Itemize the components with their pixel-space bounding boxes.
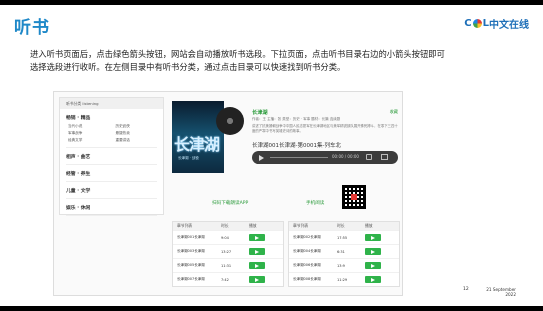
play-button[interactable]	[249, 234, 265, 241]
table-row: 长津湖007长津湖 7:42	[173, 272, 283, 286]
divider	[66, 215, 157, 216]
play-button[interactable]	[365, 234, 381, 241]
chapter-duration: 13:9	[337, 263, 345, 268]
top-bar	[0, 0, 543, 5]
table-row: 长津湖002长津湖 17:55	[289, 230, 399, 244]
book-description: 讲述了抗美援朝战争中中国人民志愿军在长津湖地区与美军精锐部队展开殊死搏斗，在零下…	[252, 124, 398, 133]
slide-date: 21 September 2022	[486, 287, 516, 297]
chapter-name[interactable]: 长津湖002长津湖	[293, 235, 337, 240]
chapter-name[interactable]: 长津湖007长津湖	[177, 277, 221, 282]
table-row: 长津湖001长津湖 9:04	[173, 230, 283, 244]
chapter-duration: 13:27	[221, 249, 232, 254]
play-button[interactable]	[249, 248, 265, 255]
slide-title: 听书	[14, 18, 50, 38]
sidebar-category[interactable]: 经管 · 养生	[60, 165, 163, 177]
bottom-bar	[0, 306, 543, 311]
table-row: 长津湖003长津湖 13:27	[173, 244, 283, 258]
sidebar-subcategory[interactable]: 重要讲话	[116, 138, 164, 143]
chapter-table: 章节列表 时长 播放 长津湖002长津湖 17:55 长津湖004长津湖 6:31 长津湖00…	[288, 221, 400, 287]
track-title: 长津湖001长津湖-第0001集-列车北	[252, 143, 341, 149]
book-detail: 长津湖 长津湖 · 战役 长津湖 收藏 作者：王 主播：张 类型：历史 · 军事…	[172, 97, 400, 293]
cover-subtitle: 长津湖 · 战役	[178, 156, 199, 160]
sidebar-subcategories: 当代小说 历史武侠 军事战争 悬疑热卖 经典文学 重要讲话	[60, 121, 163, 143]
book-title: 长津湖	[252, 110, 268, 116]
qr-code	[342, 185, 366, 209]
chapter-name[interactable]: 长津湖008长津湖	[293, 277, 337, 282]
table-row: 长津湖006长津湖 13:9	[289, 258, 399, 272]
chapter-name[interactable]: 长津湖006长津湖	[293, 263, 337, 268]
table-header: 章节列表 时长 播放	[173, 222, 283, 230]
sidebar-subcategory[interactable]: 悬疑热卖	[116, 131, 164, 136]
sidebar-category[interactable]: 儿童 · 文学	[60, 182, 163, 194]
progress-bar[interactable]	[270, 157, 328, 158]
chapter-duration: 9:04	[221, 235, 229, 240]
sidebar-subcategory[interactable]: 历史武侠	[116, 124, 164, 129]
chapter-duration: 11:31	[221, 263, 232, 268]
mobile-read-link[interactable]: 手机阅读	[306, 200, 324, 206]
brand-logo: CL 中文在线	[464, 16, 529, 31]
play-button[interactable]	[365, 248, 381, 255]
instruction-paragraph: 进入听书页面后，点击绿色箭头按钮，网站会自动播放听书选段。下拉页面，点击听书目录…	[30, 49, 445, 72]
category-sidebar: 听书分类 listening 畅销 · 精品 当代小说 历史武侠 军事战争 悬疑热卖 经典…	[59, 97, 164, 216]
page-number: 12	[463, 287, 469, 292]
table-header: 章节列表 时长 播放	[289, 222, 399, 230]
column-header: 章节列表	[293, 223, 309, 228]
collect-link[interactable]: 收藏	[390, 109, 398, 115]
sidebar-subcategory[interactable]: 经典文学	[68, 138, 116, 143]
sidebar-category[interactable]: 畅销 · 精品	[60, 109, 163, 121]
sidebar-subcategory[interactable]: 当代小说	[68, 124, 116, 129]
audio-player: 00:00 / 00:00	[252, 151, 398, 164]
table-row: 长津湖005长津湖 11:31	[173, 258, 283, 272]
table-row: 长津湖008长津湖 11:29	[289, 272, 399, 286]
disc-icon	[216, 107, 244, 135]
fullscreen-icon[interactable]	[381, 154, 388, 160]
website-screenshot: 听书分类 listening 畅销 · 精品 当代小说 历史武侠 军事战争 悬疑热卖 经典…	[53, 91, 403, 296]
play-button[interactable]	[249, 276, 265, 283]
column-header: 时长	[221, 223, 229, 228]
sidebar-header: 听书分类 listening	[60, 98, 163, 109]
chapter-name[interactable]: 长津湖003长津湖	[177, 249, 221, 254]
column-header: 播放	[249, 223, 257, 228]
chapter-duration: 7:42	[221, 277, 229, 282]
book-cover[interactable]: 长津湖 长津湖 · 战役	[172, 101, 224, 173]
column-header: 时长	[337, 223, 345, 228]
sidebar-category[interactable]: 娱乐 · 休闲	[60, 199, 163, 211]
chapter-duration: 6:31	[337, 249, 345, 254]
brand-o-icon	[472, 19, 482, 28]
sidebar-subcategory[interactable]: 军事战争	[68, 131, 116, 136]
table-row: 长津湖004长津湖 6:31	[289, 244, 399, 258]
column-header: 章节列表	[177, 223, 193, 228]
book-meta: 作者：王 主播：张 类型：历史 · 军事 题材：长篇 连续剧	[252, 117, 341, 121]
volume-icon[interactable]	[366, 154, 372, 160]
chapter-name[interactable]: 长津湖004长津湖	[293, 249, 337, 254]
chapter-table: 章节列表 时长 播放 长津湖001长津湖 9:04 长津湖003长津湖 13:27 长津湖00…	[172, 221, 284, 287]
download-app-link[interactable]: 扫码下载朗读APP	[212, 200, 248, 206]
cover-title: 长津湖	[174, 135, 220, 154]
play-button[interactable]	[365, 276, 381, 283]
sidebar-body: 畅销 · 精品 当代小说 历史武侠 军事战争 悬疑热卖 经典文学 重要讲话 相声 · 曲艺 经管…	[60, 109, 163, 216]
chapter-name[interactable]: 长津湖001长津湖	[177, 235, 221, 240]
play-button[interactable]	[249, 262, 265, 269]
player-time: 00:00 / 00:00	[332, 154, 359, 159]
sidebar-category[interactable]: 相声 · 曲艺	[60, 148, 163, 160]
play-icon[interactable]	[259, 154, 264, 161]
chapter-tables: 章节列表 时长 播放 长津湖001长津湖 9:04 长津湖003长津湖 13:27 长津湖00…	[172, 221, 400, 287]
chapter-duration: 11:29	[337, 277, 348, 282]
brand-c: C	[464, 18, 472, 29]
chapter-duration: 17:55	[337, 235, 348, 240]
play-button[interactable]	[365, 262, 381, 269]
column-header: 播放	[365, 223, 373, 228]
chapter-name[interactable]: 长津湖005长津湖	[177, 263, 221, 268]
brand-text: 中文在线	[489, 20, 529, 31]
